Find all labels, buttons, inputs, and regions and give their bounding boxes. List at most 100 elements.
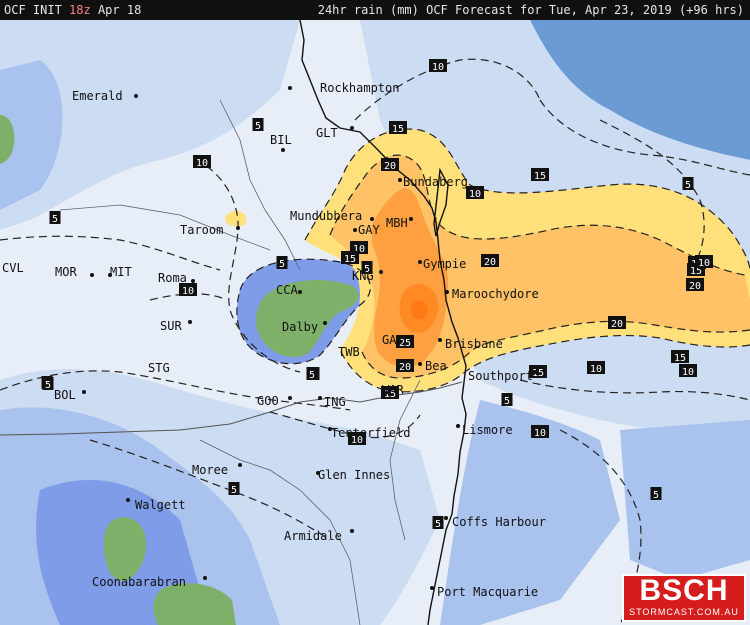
- contour-label: 10: [698, 258, 710, 269]
- contour-label: 20: [399, 362, 411, 373]
- contour-label: 20: [384, 161, 396, 172]
- town-dot: [370, 217, 374, 221]
- town-label: Rockhampton: [320, 81, 399, 95]
- contour-label: 10: [682, 367, 694, 378]
- town-label: TWB: [338, 345, 360, 359]
- logo-site: STORMCAST.COM.AU: [629, 607, 739, 617]
- town-label: KNG: [352, 269, 374, 283]
- town-dot: [350, 529, 354, 533]
- town-dot: [236, 226, 240, 230]
- town-label: Walgett: [135, 498, 186, 512]
- town-dot: [398, 178, 402, 182]
- town-label: GLT: [316, 126, 338, 140]
- town-label: WAR: [382, 383, 404, 397]
- contour-label: 10: [590, 364, 602, 375]
- contour-label: 5: [504, 396, 510, 407]
- town-label: MBH: [386, 216, 408, 230]
- contour-label: 5: [279, 259, 285, 270]
- header-title: 24hr rain (mm) OCF Forecast for Tue, Apr…: [317, 3, 744, 17]
- town-dot: [533, 370, 537, 374]
- town-dot: [281, 148, 285, 152]
- town-dot: [238, 463, 242, 467]
- header-model: OCF INIT: [4, 3, 62, 17]
- town-dot: [298, 290, 302, 294]
- header-init: OCF INIT 18z Apr 18: [4, 0, 141, 20]
- town-dot: [418, 260, 422, 264]
- town-label: MOR: [55, 265, 77, 279]
- town-label: Dalby: [282, 320, 318, 334]
- town-label: Lismore: [462, 423, 513, 437]
- town-label: Coffs Harbour: [452, 515, 546, 529]
- town-dot: [82, 390, 86, 394]
- town-dot: [456, 424, 460, 428]
- contour-label: 5: [52, 214, 58, 225]
- town-dot: [444, 516, 448, 520]
- town-label: ING: [324, 395, 346, 409]
- town-dot: [90, 273, 94, 277]
- town-label: Coonabarabran: [92, 575, 186, 589]
- town-dot: [353, 228, 357, 232]
- town-dot: [445, 290, 449, 294]
- contour-label: 10: [182, 286, 194, 297]
- rain-30-inner: [411, 300, 428, 320]
- contour-label: 20: [611, 319, 623, 330]
- town-label: SUR: [160, 319, 182, 333]
- town-label: Glen Innes: [318, 468, 390, 482]
- contour-label: 5: [435, 519, 441, 530]
- contour-label: 5: [45, 380, 51, 391]
- town-label: Maroochydore: [452, 287, 539, 301]
- town-dot: [203, 576, 207, 580]
- map-header: OCF INIT 18z Apr 18 24hr rain (mm) OCF F…: [0, 0, 750, 20]
- town-dot: [438, 338, 442, 342]
- town-label: BIL: [270, 133, 292, 147]
- contour-label: 10: [534, 428, 546, 439]
- contour-label: 20: [484, 257, 496, 268]
- contour-label: 10: [432, 62, 444, 73]
- town-dot: [430, 586, 434, 590]
- town-label: Moree: [192, 463, 228, 477]
- logo-name: BSCH: [639, 574, 729, 607]
- contour-label: 5: [255, 121, 261, 132]
- town-label: Tenterfield: [331, 426, 410, 440]
- town-label: GOO: [257, 394, 279, 408]
- town-label: Port Macquarie: [437, 585, 538, 599]
- town-dot: [350, 126, 354, 130]
- town-dot: [318, 396, 322, 400]
- town-dot: [134, 94, 138, 98]
- header-init-date: Apr 18: [97, 3, 142, 17]
- town-dot: [288, 86, 292, 90]
- town-label: Mundubbera: [290, 209, 362, 223]
- contour-label: 15: [392, 124, 404, 135]
- town-label: Bea: [425, 359, 447, 373]
- town-dot: [379, 270, 383, 274]
- contour-label: 15: [674, 353, 686, 364]
- bsch-logo: BSCH STORMCAST.COM.AU: [622, 574, 746, 622]
- rain-map: 1051510201015555101510520101510152020101…: [0, 0, 750, 625]
- contour-label: 15: [344, 254, 356, 265]
- town-label: GAT: [382, 333, 404, 347]
- town-label: CCA: [276, 283, 298, 297]
- town-label: Roma: [158, 271, 187, 285]
- town-dot: [323, 321, 327, 325]
- town-label: CVL: [2, 261, 24, 275]
- contour-label: 5: [231, 485, 237, 496]
- town-label: Emerald: [72, 89, 123, 103]
- town-label: Armidale: [284, 529, 342, 543]
- town-label: MIT: [110, 265, 132, 279]
- town-label: Bundaberg: [403, 175, 468, 189]
- town-label: GAY: [358, 223, 380, 237]
- town-label: Southport: [468, 369, 533, 383]
- town-label: Gympie: [423, 257, 466, 271]
- town-label: Taroom: [180, 223, 223, 237]
- town-label: Brisbane: [445, 337, 503, 351]
- town-label: STG: [148, 361, 170, 375]
- contour-label: 5: [685, 180, 691, 191]
- town-dot: [418, 362, 422, 366]
- header-init-hour: 18z: [69, 3, 91, 17]
- town-dot: [188, 320, 192, 324]
- town-dot: [126, 498, 130, 502]
- contour-label: 10: [196, 158, 208, 169]
- contour-label: 10: [469, 189, 481, 200]
- town-dot: [191, 279, 195, 283]
- contour-label: 5: [653, 490, 659, 501]
